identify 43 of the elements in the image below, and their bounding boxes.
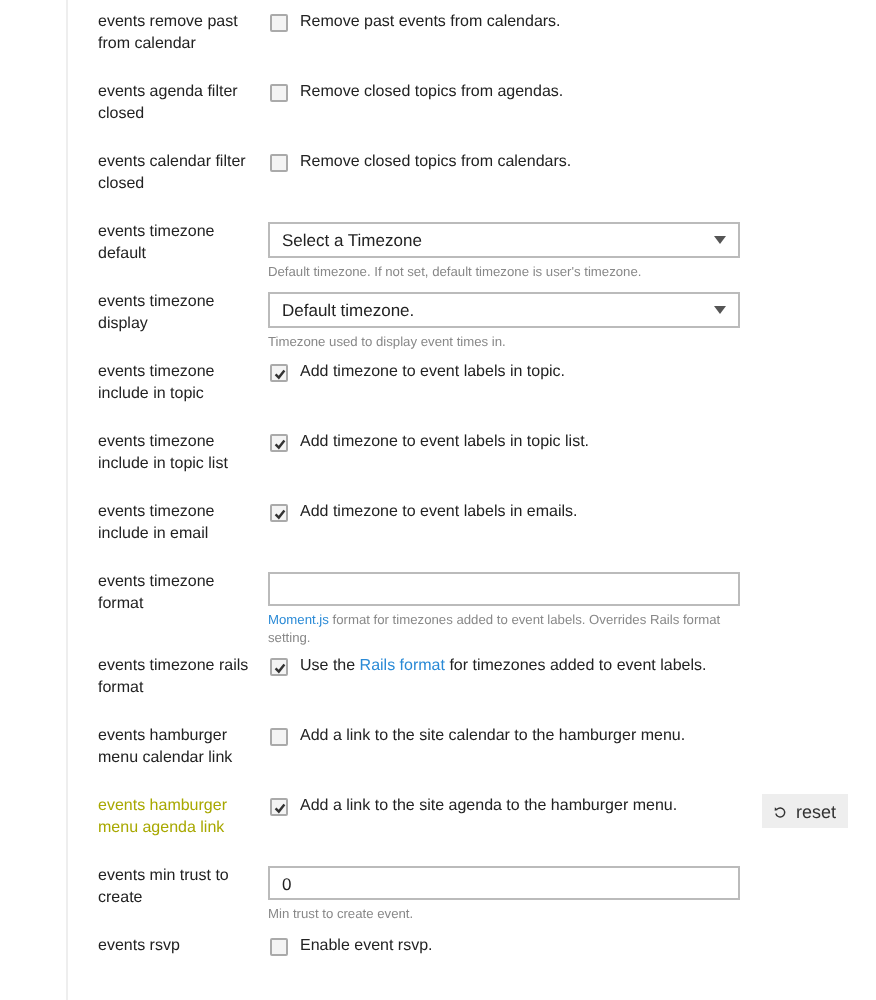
checkbox[interactable] bbox=[270, 798, 288, 816]
checkbox[interactable] bbox=[270, 364, 288, 382]
checkbox-label: Add timezone to event labels in topic list. bbox=[300, 432, 590, 453]
rails-format-link[interactable]: Rails format bbox=[359, 656, 445, 674]
checkbox[interactable] bbox=[270, 14, 288, 32]
input-field[interactable]: 0 bbox=[268, 866, 740, 900]
checkbox-label: Remove closed topics from calendars. bbox=[300, 152, 572, 173]
setting-label: events min trust to create bbox=[98, 866, 231, 909]
setting-label: events remove past from calendar bbox=[98, 12, 240, 55]
reset-button[interactable]: reset bbox=[762, 794, 848, 828]
checkbox-label: Add timezone to event labels in emails. bbox=[300, 502, 578, 523]
checkbox[interactable] bbox=[270, 658, 288, 676]
setting-label: events hamburger menu calendar link bbox=[98, 726, 235, 769]
setting-label: events timezone include in topic list bbox=[98, 432, 230, 476]
setting-label: events hamburger menu agenda link bbox=[98, 796, 229, 840]
checkbox-label: Remove closed topics from agendas. bbox=[300, 82, 564, 103]
checkbox-label: Add timezone to event labels in topic. bbox=[300, 362, 566, 383]
checkbox[interactable] bbox=[270, 84, 288, 102]
setting-label: events rsvp bbox=[98, 936, 182, 958]
checkbox-label: Remove past events from calendars. bbox=[300, 12, 561, 33]
setting-label: events timezone default bbox=[98, 222, 217, 265]
checkbox-label: Add a link to the site agenda to the hamburger menu. bbox=[300, 796, 678, 817]
timezone-dropdown[interactable]: Select a Timezone bbox=[268, 222, 740, 258]
checkbox-label: Use the Rails format for timezones added to event labels. bbox=[300, 656, 707, 677]
checkbox[interactable] bbox=[270, 154, 288, 172]
checkbox[interactable] bbox=[270, 728, 288, 746]
setting-label: events timezone include in topic bbox=[98, 362, 217, 406]
input-field[interactable] bbox=[268, 572, 740, 606]
checkbox[interactable] bbox=[270, 434, 288, 452]
checkbox-label: Enable event rsvp. bbox=[300, 936, 433, 957]
setting-label: events timezone format bbox=[98, 572, 217, 615]
setting-label: events agenda filter closed bbox=[98, 82, 240, 125]
caret-icon bbox=[714, 236, 726, 244]
setting-label: events timezone include in email bbox=[98, 502, 217, 545]
checkbox[interactable] bbox=[270, 504, 288, 522]
checkbox[interactable] bbox=[270, 938, 288, 956]
checkbox-label: Add a link to the site calendar to the hamburger menu. bbox=[300, 726, 686, 747]
caret-icon bbox=[714, 306, 726, 314]
setting-label: events calendar filter closed bbox=[98, 152, 248, 195]
undo-icon bbox=[774, 803, 786, 819]
setting-label: events timezone rails format bbox=[98, 656, 251, 699]
timezone-dropdown[interactable]: Default timezone. bbox=[268, 292, 740, 328]
setting-label: events timezone display bbox=[98, 292, 217, 336]
